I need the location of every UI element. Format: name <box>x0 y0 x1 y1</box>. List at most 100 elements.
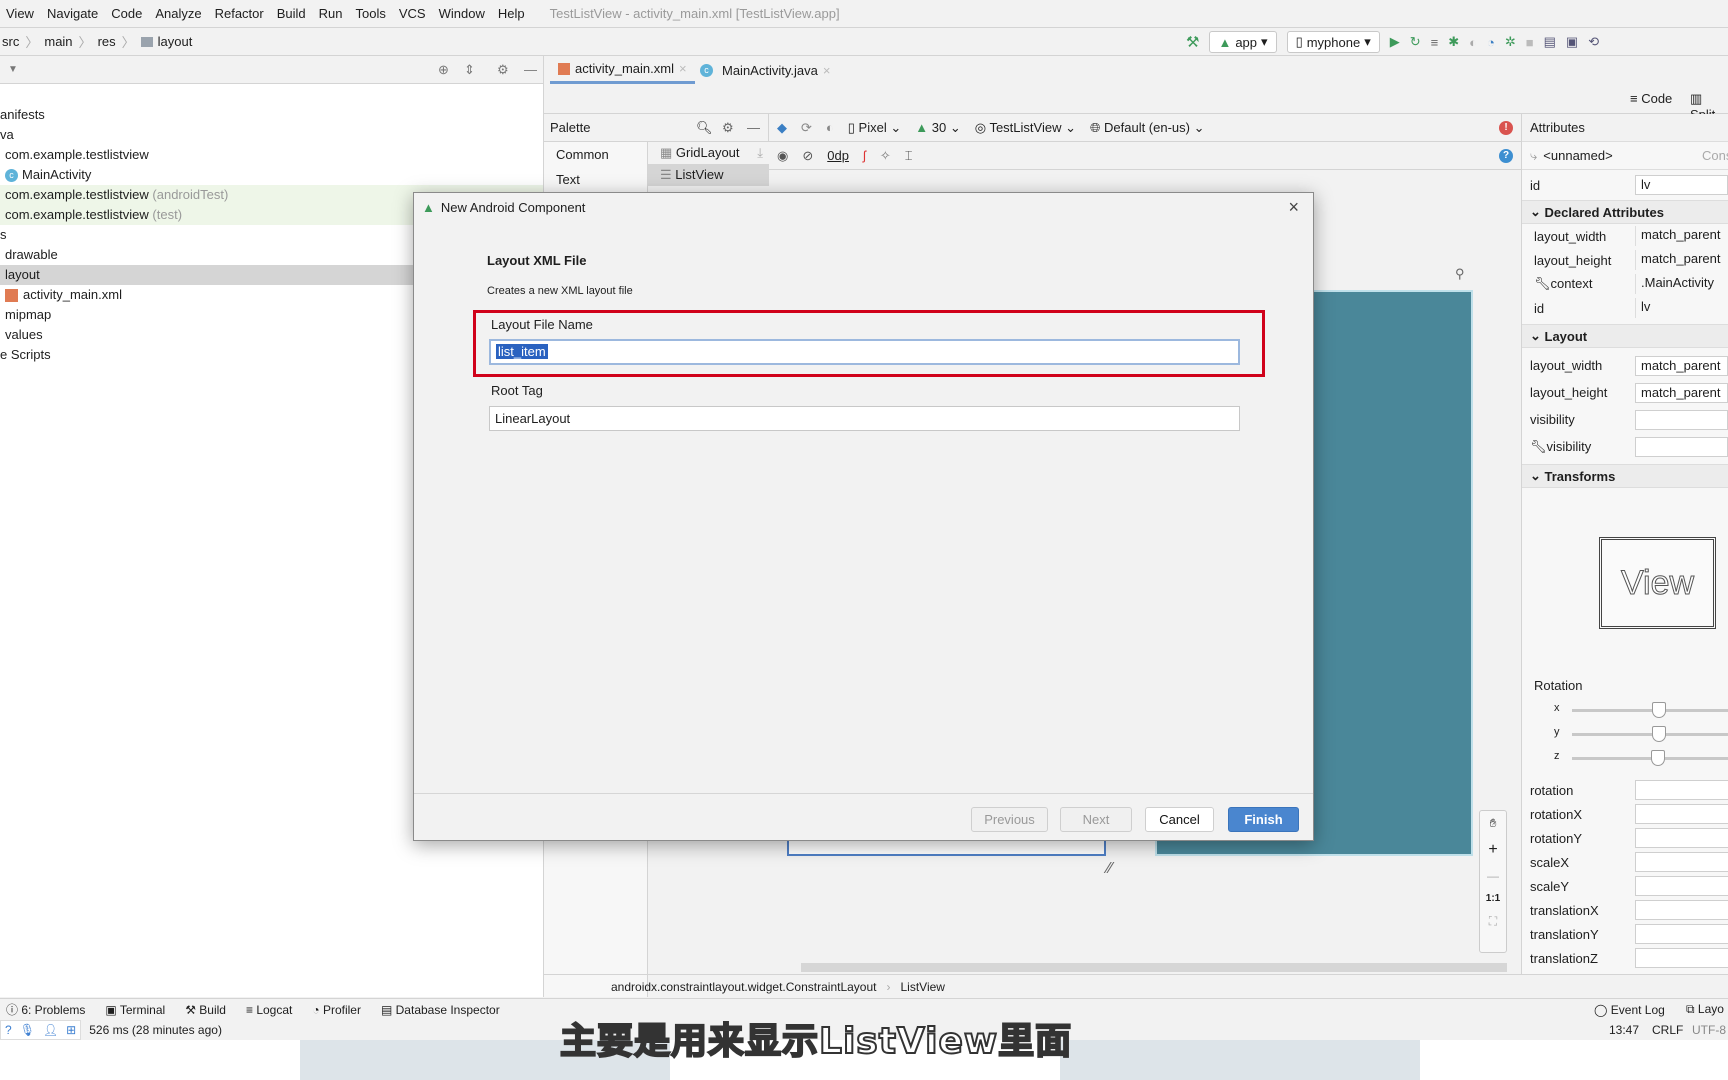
theme-select[interactable]: ◎ TestListView ⌄ <box>975 120 1076 136</box>
translationz-field[interactable] <box>1635 948 1728 968</box>
clear-constraints-icon[interactable]: ʃ <box>863 148 866 163</box>
declared-row[interactable]: layout_height match_parent <box>1522 248 1728 272</box>
slider-thumb[interactable] <box>1652 702 1666 718</box>
help-icon[interactable]: ? <box>5 1023 12 1037</box>
stop-icon[interactable]: ■ <box>1526 35 1534 50</box>
avd-manager-icon[interactable]: ▣ <box>1566 34 1578 50</box>
pan-icon[interactable]: ✋︎ <box>1490 816 1497 831</box>
sdk-manager-icon[interactable]: ▤ <box>1544 34 1556 50</box>
visibility-field[interactable] <box>1635 409 1728 430</box>
root-tag-input[interactable]: LinearLayout <box>489 406 1240 431</box>
tool-terminal[interactable]: ▣ Terminal <box>105 1003 165 1017</box>
profile-icon[interactable]: ◔ <box>1487 35 1495 50</box>
tree-item-java[interactable]: va <box>0 125 543 145</box>
download-icon[interactable]: ⤓ <box>757 142 763 164</box>
menu-help[interactable]: Help <box>498 6 525 21</box>
tool-database-inspector[interactable]: ▤ Database Inspector <box>381 1003 500 1017</box>
tool-profiler[interactable]: ◔ Profiler <box>312 1003 361 1017</box>
tree-item-manifests[interactable]: anifests <box>0 105 543 125</box>
declared-row[interactable]: layout_width match_parent <box>1522 224 1728 248</box>
breadcrumb-res[interactable]: res <box>98 34 116 49</box>
rotationx-field[interactable] <box>1635 804 1728 824</box>
translationx-field[interactable] <box>1635 900 1728 920</box>
menu-code[interactable]: Code <box>111 6 142 21</box>
apply-changes-icon[interactable]: ↻ <box>1410 34 1421 50</box>
hide-icon[interactable]: — <box>524 62 537 77</box>
resize-handle-icon[interactable]: ⁄⁄ <box>1107 860 1112 878</box>
design-surface-icon[interactable]: ◆ <box>777 120 787 136</box>
rotation-y-slider[interactable] <box>1572 726 1728 742</box>
palette-item-listview[interactable]: ☰ ListView <box>648 164 769 186</box>
translationy-field[interactable] <box>1635 924 1728 944</box>
section-layout[interactable]: ⌄ Layout <box>1522 324 1728 348</box>
locate-icon[interactable]: ⊕ <box>438 62 449 78</box>
tool-build[interactable]: ⚒ Build <box>185 1003 226 1017</box>
scalex-field[interactable] <box>1635 852 1728 872</box>
zoom-1to1-button[interactable]: 1:1 <box>1486 893 1500 904</box>
apps-icon[interactable]: ⊞ <box>66 1023 76 1037</box>
tool-logcat[interactable]: ≡ Logcat <box>246 1003 292 1017</box>
menu-navigate[interactable]: Navigate <box>47 6 98 21</box>
device-select[interactable]: ▯ myphone ▾ <box>1286 31 1380 53</box>
finish-button[interactable]: Finish <box>1228 807 1299 832</box>
rotation-field[interactable] <box>1635 780 1728 800</box>
layout-file-name-input[interactable]: list_item <box>489 339 1240 365</box>
api-select[interactable]: ▲ 30 ⌄ <box>915 120 960 136</box>
collapse-icon[interactable]: ⇕ <box>464 62 475 78</box>
section-declared-attributes[interactable]: ⌄ Declared Attributes <box>1522 200 1728 224</box>
night-mode-icon[interactable]: ◐ <box>826 120 834 135</box>
menu-vcs[interactable]: VCS <box>399 6 426 21</box>
tool-layout-inspector[interactable]: ⧉ Layo <box>1686 1002 1724 1017</box>
tool-problems[interactable]: ⓘ 6: Problems <box>6 1001 85 1018</box>
scaley-field[interactable] <box>1635 876 1728 896</box>
zoom-in-icon[interactable]: + <box>1488 841 1497 859</box>
locale-select[interactable]: 🌐︎ Default (en-us) ⌄ <box>1090 120 1205 136</box>
zoom-fit-icon[interactable]: ⛶ <box>1489 914 1497 929</box>
gear-icon[interactable]: ⚙ <box>722 120 734 136</box>
menu-tools[interactable]: Tools <box>356 6 386 21</box>
device-select[interactable]: ▯ Pixel ⌄ <box>848 120 901 136</box>
path-listview[interactable]: ListView <box>901 980 945 994</box>
attach-debugger-icon[interactable]: ✲ <box>1505 34 1516 50</box>
next-button[interactable]: Next <box>1060 807 1132 832</box>
infer-constraints-icon[interactable]: ✧ <box>880 148 891 164</box>
sync-icon[interactable]: ⟲ <box>1588 34 1599 50</box>
rotationy-field[interactable] <box>1635 828 1728 848</box>
path-constraintlayout[interactable]: androidx.constraintlayout.widget.Constra… <box>611 980 877 994</box>
menu-analyze[interactable]: Analyze <box>155 6 201 21</box>
declared-row[interactable]: id lv <box>1522 296 1728 320</box>
id-field[interactable]: lv <box>1635 175 1728 195</box>
layout-height-field[interactable]: match_parent <box>1635 382 1728 403</box>
menu-refactor[interactable]: Refactor <box>215 6 264 21</box>
orientation-icon[interactable]: ⟳ <box>801 120 812 136</box>
dropdown-arrow-icon[interactable]: ▼ <box>8 64 18 75</box>
section-transforms[interactable]: ⌄ Transforms <box>1522 464 1728 488</box>
close-icon[interactable]: × <box>823 63 831 78</box>
palette-category-common[interactable]: Common <box>544 142 647 167</box>
menu-build[interactable]: Build <box>277 6 306 21</box>
run-config-select[interactable]: ▲ app ▾ <box>1209 31 1277 53</box>
menu-window[interactable]: Window <box>439 6 485 21</box>
gear-icon[interactable]: ⚙ <box>497 62 509 78</box>
file-encoding[interactable]: UTF-8 <box>1692 1023 1726 1037</box>
breadcrumb-main[interactable]: main <box>44 34 72 49</box>
rotation-x-slider[interactable] <box>1572 702 1728 718</box>
user-icon[interactable]: 👤︎ <box>43 1023 58 1037</box>
view-options-icon[interactable]: ◉ <box>777 148 788 164</box>
hide-icon[interactable]: — <box>747 120 760 135</box>
attach-icon[interactable]: ◐ <box>1469 35 1477 50</box>
code-mode-button[interactable]: ≡ Code <box>1630 91 1672 106</box>
rotation-z-slider[interactable] <box>1572 750 1728 766</box>
menu-view[interactable]: View <box>6 6 34 21</box>
cursor-position[interactable]: 13:47 <box>1609 1023 1639 1037</box>
close-icon[interactable]: × <box>1288 197 1299 218</box>
tab-activity-main[interactable]: activity_main.xml × <box>550 56 695 84</box>
close-icon[interactable]: × <box>679 61 687 76</box>
guidelines-icon[interactable]: ⌶ <box>905 148 913 164</box>
breadcrumb-src[interactable]: src <box>2 34 19 49</box>
hammer-icon[interactable]: ⚒ <box>1186 33 1199 51</box>
tools-visibility-field[interactable] <box>1635 436 1728 457</box>
search-icon[interactable]: 🔍︎ <box>696 120 713 136</box>
menu-run[interactable]: Run <box>319 6 343 21</box>
autoconnect-icon[interactable]: ⊘ <box>802 148 813 164</box>
